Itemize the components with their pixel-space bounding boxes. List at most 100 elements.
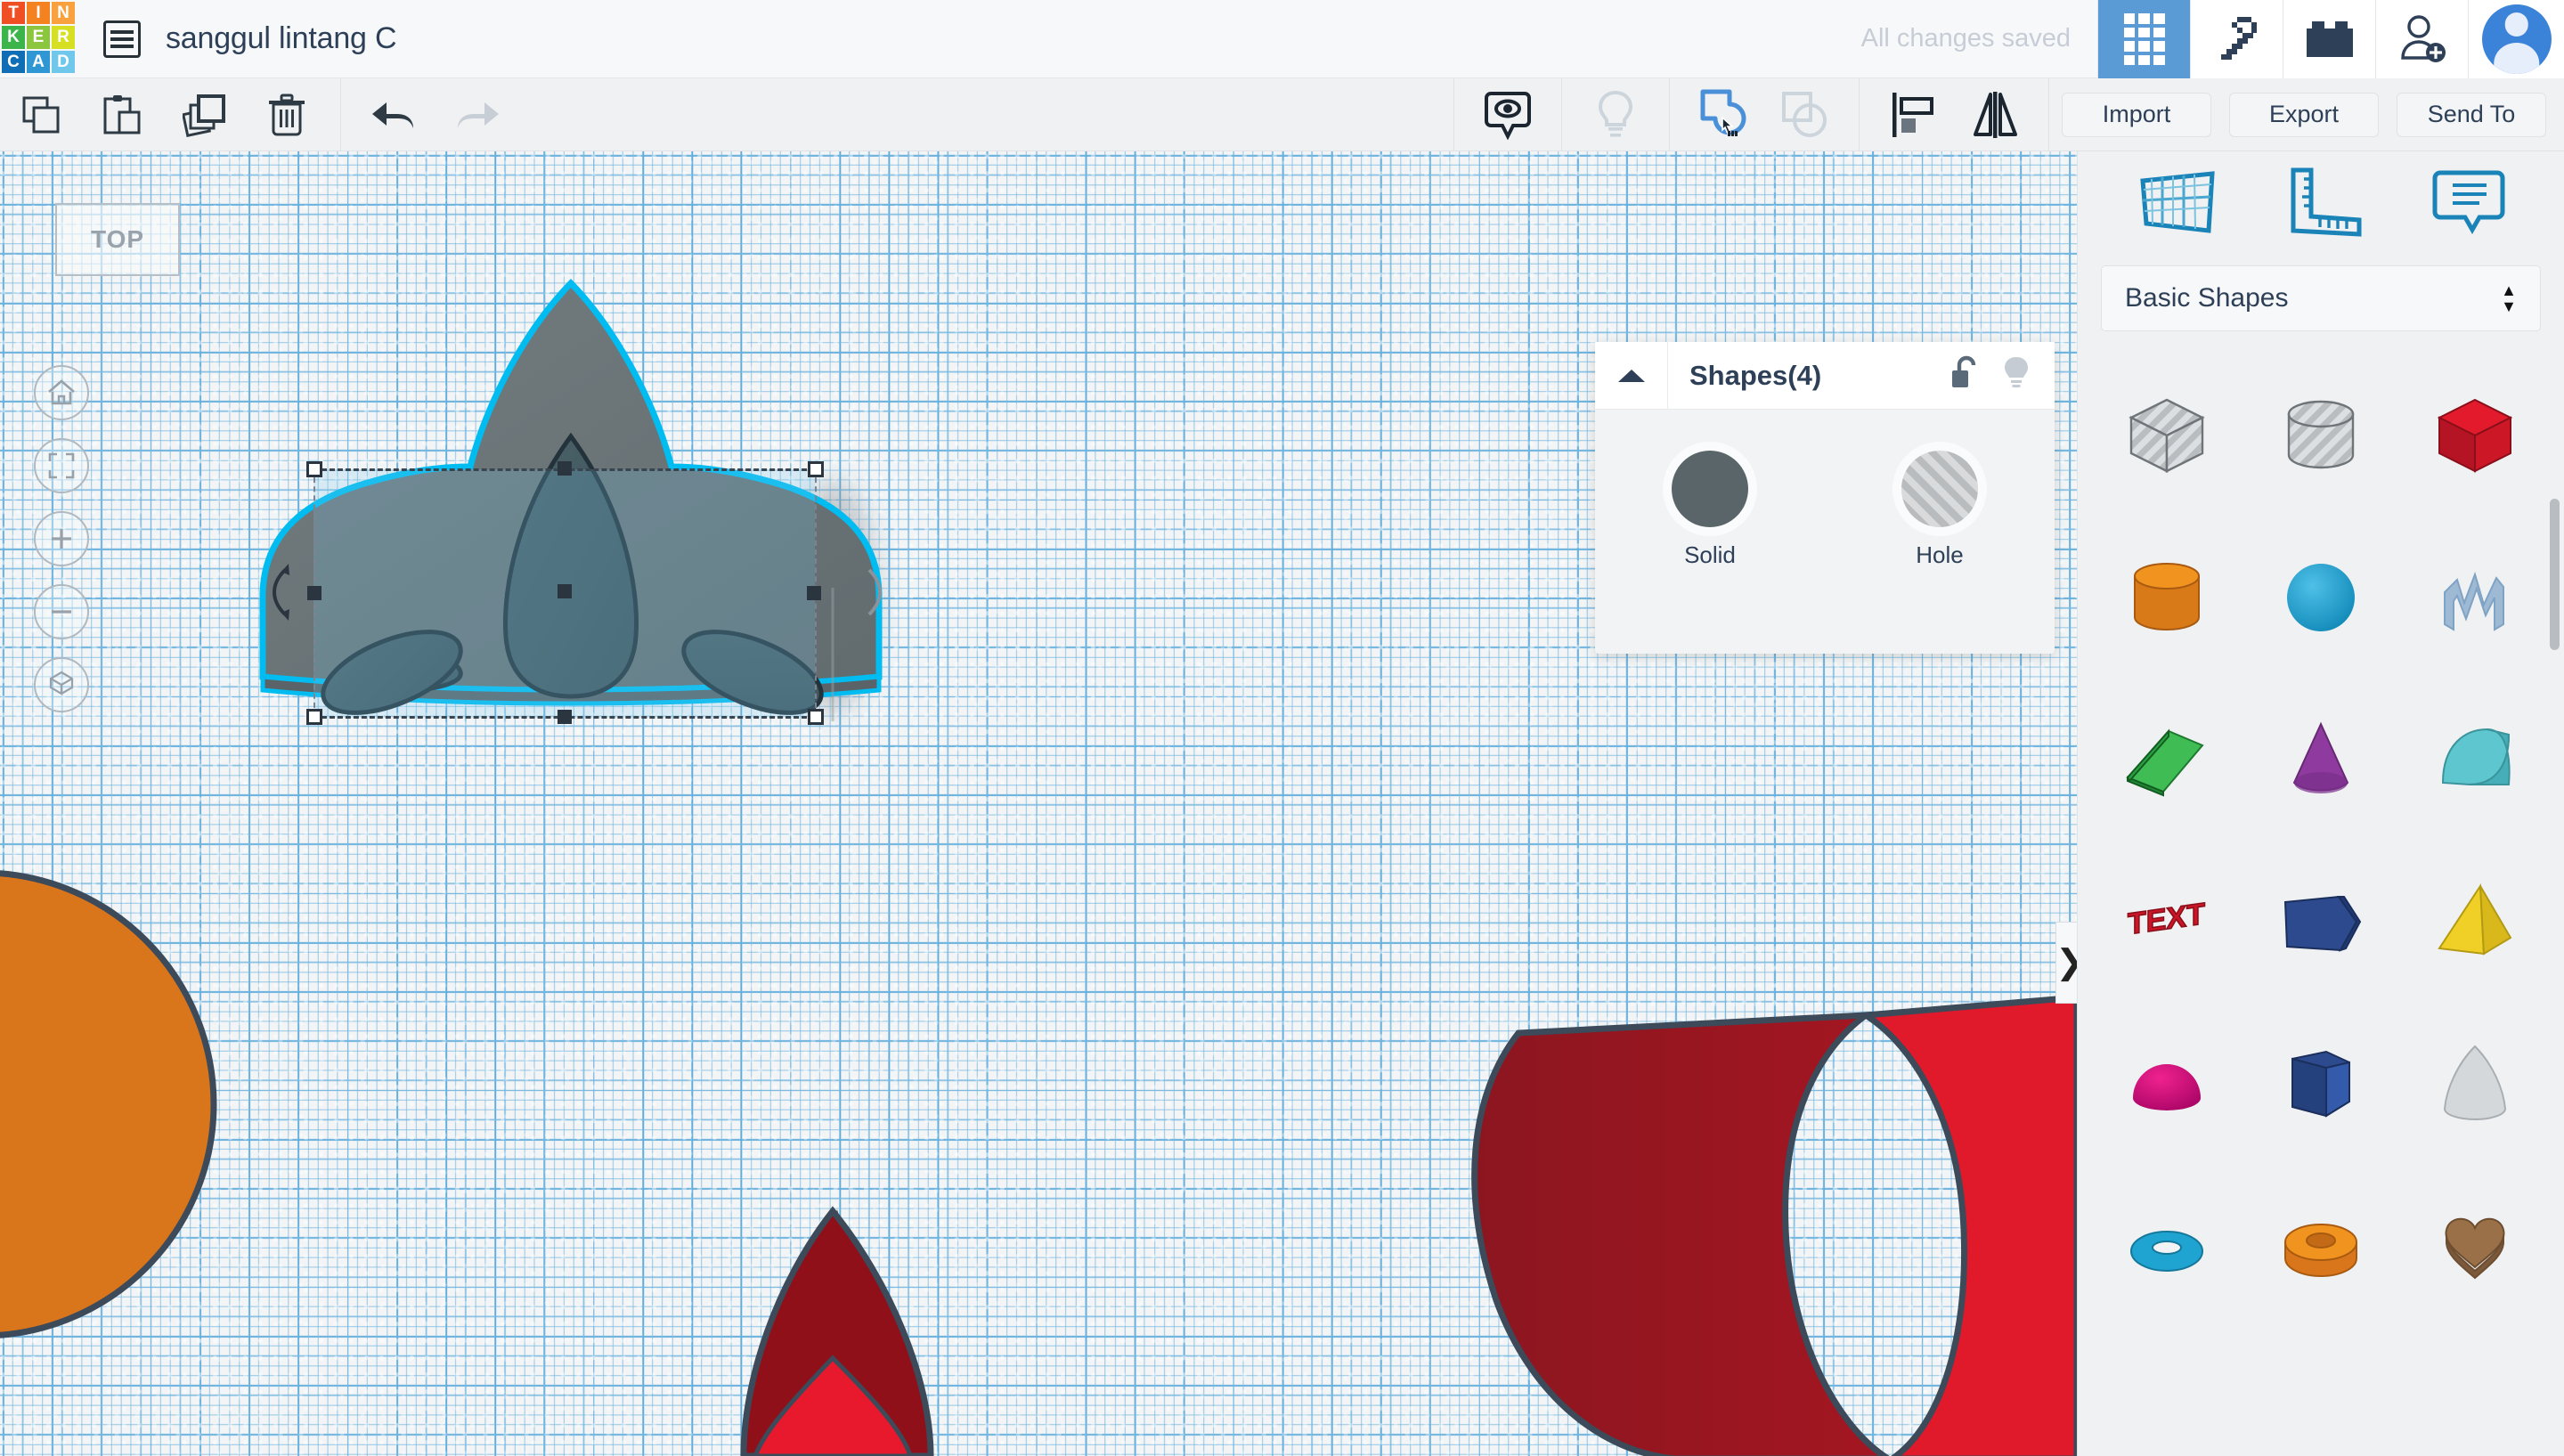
show-hide-button[interactable] xyxy=(1467,78,1549,151)
align-icon xyxy=(1892,92,1933,137)
resize-handle-bottom-center[interactable] xyxy=(558,710,572,724)
shape-polygon-prism[interactable] xyxy=(2244,841,2398,1003)
lego-brick-icon[interactable] xyxy=(2283,0,2375,78)
fit-view-icon xyxy=(48,452,75,479)
hole-swatch-label: Hole xyxy=(1916,541,1964,568)
apps-grid-icon[interactable] xyxy=(2097,0,2190,78)
sphere-icon xyxy=(2286,564,2355,631)
shapes-collapse-button[interactable] xyxy=(1595,341,1668,410)
minus-icon xyxy=(52,610,71,614)
minecraft-pickaxe-icon[interactable] xyxy=(2190,0,2283,78)
unlock-svg xyxy=(1952,355,1976,387)
solid-swatch[interactable]: Solid xyxy=(1672,451,1748,569)
paste-icon xyxy=(103,94,141,134)
duplicate-button[interactable] xyxy=(164,78,246,151)
project-list-button[interactable] xyxy=(77,0,141,77)
zoom-out-button[interactable] xyxy=(34,584,89,639)
redo-icon xyxy=(458,102,499,128)
zoom-in-button[interactable] xyxy=(34,511,89,566)
shape-cylinder-hole[interactable] xyxy=(2244,354,2398,517)
light-button[interactable] xyxy=(1575,78,1656,151)
shape-text[interactable]: TEXT xyxy=(2090,841,2244,1003)
polygon-prism-icon xyxy=(2283,895,2362,952)
note-icon[interactable] xyxy=(2431,167,2506,243)
export-button[interactable]: Export xyxy=(2229,92,2379,137)
shape-category-dropdown[interactable]: Basic Shapes ▲ ▼ xyxy=(2101,265,2541,331)
top-bar-right: All changes saved xyxy=(1861,0,2564,78)
redo-button[interactable] xyxy=(435,78,517,151)
shape-half-sphere[interactable] xyxy=(2090,1003,2244,1165)
resize-handle-bottom-left[interactable] xyxy=(306,709,322,725)
shape-box-hole[interactable] xyxy=(2090,354,2244,517)
brick-svg xyxy=(2306,21,2353,57)
toolbar-divider-2 xyxy=(1453,77,1454,151)
shape-box[interactable] xyxy=(2397,354,2552,517)
ungroup-button[interactable] xyxy=(1764,78,1846,151)
import-button[interactable]: Import xyxy=(2062,92,2211,137)
shapes-swatch-row: Solid Hole xyxy=(1595,410,2055,569)
home-view-button[interactable] xyxy=(34,365,89,420)
ortho-perspective-button[interactable] xyxy=(34,657,89,712)
workplane-canvas[interactable]: TOP Shapes(4) Solid Hole xyxy=(0,151,2077,1456)
shape-tube[interactable] xyxy=(2244,1165,2398,1327)
resize-handle-top-center[interactable] xyxy=(558,461,572,476)
shape-sphere[interactable] xyxy=(2244,517,2398,679)
unlock-icon[interactable] xyxy=(1948,354,1982,396)
box-icon xyxy=(2437,398,2512,473)
user-account-button[interactable] xyxy=(2468,0,2564,78)
align-button[interactable] xyxy=(1872,78,1954,151)
shape-hexagon-prism[interactable] xyxy=(2244,1003,2398,1165)
shape-torus[interactable] xyxy=(2090,1165,2244,1327)
add-person-icon[interactable] xyxy=(2375,0,2468,78)
resize-handle-mid-right[interactable] xyxy=(807,586,821,600)
send-to-button[interactable]: Send To xyxy=(2397,92,2546,137)
toolbar-divider-5 xyxy=(1859,77,1860,151)
logo-tile-C: C xyxy=(2,50,25,73)
page-title[interactable]: sanggul lintang C xyxy=(141,0,397,77)
plus-icon xyxy=(52,529,71,549)
shape-heart[interactable] xyxy=(2397,1165,2552,1327)
undo-button[interactable] xyxy=(354,78,435,151)
shape-roof[interactable] xyxy=(2090,679,2244,841)
toolbar-divider-6 xyxy=(2048,77,2049,151)
view-cube[interactable]: TOP xyxy=(55,203,180,276)
resize-handle-mid-left[interactable] xyxy=(307,586,322,600)
cylinder-hole-icon xyxy=(2287,400,2355,469)
fit-to-view-button[interactable] xyxy=(34,438,89,493)
copy-icon xyxy=(22,96,60,133)
logo-tile-K: K xyxy=(2,26,25,49)
mirror-button[interactable] xyxy=(1954,78,2036,151)
group-button[interactable] xyxy=(1682,78,1764,151)
move-handle-center[interactable] xyxy=(558,584,572,598)
panel-collapse-handle[interactable]: ❯ xyxy=(2055,922,2077,1004)
shape-scribble[interactable] xyxy=(2397,517,2552,679)
undo-icon xyxy=(372,102,413,128)
resize-handle-top-right[interactable] xyxy=(808,461,824,477)
cylinder-icon xyxy=(2134,563,2201,630)
shape-paraboloid[interactable] xyxy=(2397,1003,2552,1165)
ruler-icon[interactable] xyxy=(2288,167,2363,244)
paste-button[interactable] xyxy=(82,78,164,151)
avatar xyxy=(2481,4,2552,74)
text-icon: TEXT xyxy=(2128,896,2207,942)
delete-button[interactable] xyxy=(246,78,328,151)
hole-swatch[interactable]: Hole xyxy=(1901,451,1978,569)
cone-icon xyxy=(2292,721,2349,793)
rotate-handle-left[interactable] xyxy=(264,419,299,793)
resize-handle-top-left[interactable] xyxy=(306,461,322,477)
workplane-icon[interactable] xyxy=(2136,168,2219,242)
shape-half-cylinder[interactable] xyxy=(2397,679,2552,841)
shapes-panel-header: Shapes(4) xyxy=(1595,341,2055,410)
shape-pyramid[interactable] xyxy=(2397,841,2552,1003)
rotate-handle-right[interactable] xyxy=(855,419,891,793)
shape-cylinder[interactable] xyxy=(2090,517,2244,679)
ungroup-icon xyxy=(1782,91,1827,137)
shape-cone[interactable] xyxy=(2244,679,2398,841)
tinkercad-logo[interactable]: T I N K E R C A D xyxy=(0,0,77,78)
library-scrollbar[interactable] xyxy=(2550,499,2560,650)
resize-handle-bottom-right[interactable] xyxy=(808,709,824,725)
lightbulb-icon[interactable] xyxy=(2001,354,2031,396)
copy-button[interactable] xyxy=(0,78,82,151)
eye-visibility-icon xyxy=(1485,91,1531,140)
logo-tile-I: I xyxy=(27,2,50,25)
